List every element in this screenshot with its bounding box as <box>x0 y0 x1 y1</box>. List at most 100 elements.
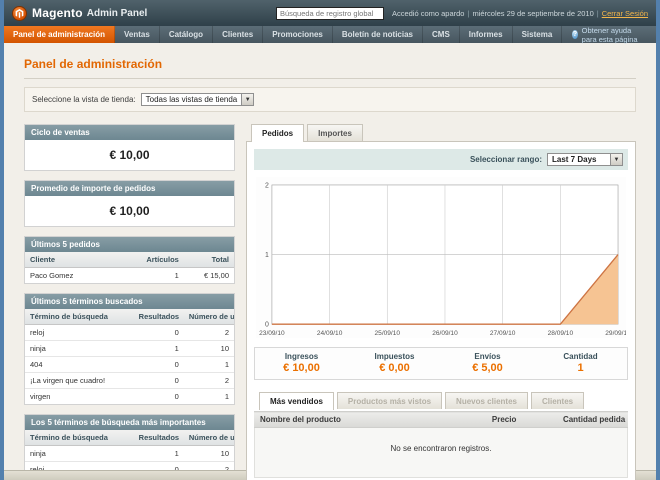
chevron-down-icon: ▼ <box>241 94 254 105</box>
metric-value: € 10,00 <box>283 362 320 375</box>
range-bar: Seleccionar rango: Last 7 Days ▼ <box>254 149 628 170</box>
logged-in-as: Accedió como apardo <box>391 8 465 18</box>
nav-item-cms[interactable]: CMS <box>423 26 460 43</box>
table-cell: 0 <box>133 356 184 373</box>
tab-m-s-vendidos[interactable]: Más vendidos <box>259 392 334 411</box>
tab-clientes: Clientes <box>530 392 585 410</box>
svg-text:27/09/10: 27/09/10 <box>490 330 516 337</box>
nav-item-panel-de-administraci-n[interactable]: Panel de administración <box>4 26 116 43</box>
table-cell: 1 <box>183 388 234 404</box>
column-header-n-mero-de-usos: Número de usos <box>183 309 234 325</box>
table-cell: 0 <box>133 324 184 341</box>
last-orders-table: Cliente Artículos Total Paco Gomez 1 € 15,00 <box>25 252 234 283</box>
widget-title: Promedio de importe de pedidos <box>25 181 234 196</box>
column-header-cantidad-pedida: Cantidad pedida <box>556 411 628 429</box>
totals-bar: Ingresos € 10,00 Impuestos € 0,00 Envíos € 5,… <box>254 347 628 381</box>
last-orders-widget: Últimos 5 pedidos Cliente Artículos Total P… <box>24 236 235 284</box>
nav-item-bolet-n-de-noticias[interactable]: Boletín de noticias <box>333 26 423 43</box>
table-cell: 1 <box>133 267 184 283</box>
column-header-n-mero-de-usos: Número de usos <box>183 430 234 446</box>
average-order-widget: Promedio de importe de pedidos € 10,00 <box>24 180 235 227</box>
diagram-panel: Seleccionar rango: Last 7 Days ▼ 0 1 2 23/0… <box>246 141 636 480</box>
store-switcher: Seleccione la vista de tienda: Todas las… <box>24 87 636 112</box>
table-cell: 0 <box>133 372 184 389</box>
table-cell: 2 <box>183 372 234 389</box>
last-search-terms-widget: Últimos 5 términos buscados Término de b… <box>24 293 235 405</box>
store-view-select[interactable]: Todas las vistas de tienda ▼ <box>140 93 255 106</box>
metric-cantidad: Cantidad 1 <box>534 352 627 374</box>
nav-item-ventas[interactable]: Ventas <box>115 26 160 43</box>
column-header-precio: Precio <box>485 411 557 429</box>
grid-tabs: Más vendidos Productos más vistos Nuevos c… <box>254 392 628 411</box>
widget-title: Los 5 términos de búsqueda más important… <box>25 415 234 430</box>
svg-text:23/09/10: 23/09/10 <box>259 330 285 337</box>
table-cell: 1 <box>133 340 184 357</box>
nav-item-sistema[interactable]: Sistema <box>513 26 563 43</box>
average-order-value: € 10,00 <box>109 204 150 218</box>
tab-nuevos-clientes: Nuevos clientes <box>445 392 528 410</box>
range-select[interactable]: Last 7 Days ▼ <box>547 153 623 166</box>
svg-text:2: 2 <box>265 182 269 189</box>
dashboard-left-column: Ciclo de ventas € 10,00 Promedio de impo… <box>24 124 235 480</box>
logout-link[interactable]: Cerrar Sesión <box>602 9 648 18</box>
help-icon: ? <box>572 30 578 39</box>
table-row[interactable]: 404 0 1 <box>25 356 234 373</box>
dashboard-main-panel: Pedidos Importes Seleccionar rango: Last … <box>246 124 636 480</box>
column-header-resultados: Resultados <box>133 430 184 446</box>
widget-title: Últimos 5 términos buscados <box>25 294 234 309</box>
metric-label: Impuestos <box>374 352 415 362</box>
chevron-down-icon: ▼ <box>610 154 622 165</box>
admin-header: Magento Admin Panel Accedió como apardo|… <box>4 0 656 26</box>
nav-item-clientes[interactable]: Clientes <box>213 26 264 43</box>
column-header-resultados: Resultados <box>133 309 184 325</box>
orders-chart: 0 1 2 23/09/10 24/09/10 25/09/10 26/09/10 27/09… <box>254 177 628 340</box>
svg-text:24/09/10: 24/09/10 <box>317 330 343 337</box>
nav-item-promociones[interactable]: Promociones <box>263 26 333 43</box>
column-header-art-culos: Artículos <box>133 252 184 268</box>
main-nav: Panel de administración Ventas Catálogo Cli… <box>4 25 656 44</box>
tab-pedidos[interactable]: Pedidos <box>251 124 305 142</box>
global-search-input[interactable] <box>275 6 384 20</box>
svg-text:29/09/10: 29/09/10 <box>605 330 626 337</box>
table-row[interactable]: Paco Gomez 1 € 15,00 <box>25 267 234 283</box>
last-search-table: Término de búsquedaResultadosNúmero de u… <box>25 309 234 404</box>
tab-importes[interactable]: Importes <box>307 124 363 141</box>
svg-text:25/09/10: 25/09/10 <box>375 330 401 337</box>
table-cell: 10 <box>183 445 234 462</box>
metric-label: Cantidad <box>563 352 598 362</box>
svg-text:1: 1 <box>265 252 269 259</box>
browser-frame: Magento Admin Panel Accedió como apardo|… <box>0 0 660 480</box>
help-link[interactable]: ? Obtener ayuda para esta página <box>562 25 656 44</box>
table-cell: 1 <box>183 356 234 373</box>
column-header-total: Total <box>183 252 234 268</box>
metric-env-os: Envíos € 5,00 <box>441 352 534 374</box>
diagram-tabs: Pedidos Importes <box>246 124 636 142</box>
lifetime-sales-widget: Ciclo de ventas € 10,00 <box>24 124 235 171</box>
table-row[interactable]: reloj02 <box>25 324 234 341</box>
nav-item-cat-logo[interactable]: Catálogo <box>160 26 214 43</box>
lifetime-sales-value: € 10,00 <box>109 148 150 162</box>
range-label: Seleccionar rango: <box>469 155 542 164</box>
table-row[interactable]: virgen 0 1 <box>25 388 234 404</box>
nav-item-informes[interactable]: Informes <box>460 26 513 43</box>
table-row[interactable]: ¡La virgen que cuadro!02 <box>25 372 234 389</box>
table-cell: 0 <box>133 388 184 404</box>
column-header-cliente: Cliente <box>25 252 134 268</box>
metric-impuestos: Impuestos € 0,00 <box>348 352 441 374</box>
table-row[interactable]: ninja 1 10 <box>25 445 234 462</box>
session-info: Accedió como apardo | miércoles 29 de sept… <box>391 8 648 18</box>
help-label: Obtener ayuda para esta página <box>581 25 638 44</box>
table-cell: virgen <box>25 388 134 404</box>
column-header-nombre-del-producto: Nombre del producto <box>254 411 486 429</box>
svg-text:0: 0 <box>265 322 269 329</box>
metric-label: Envíos <box>474 352 501 362</box>
tab-productos-m-s-vistos: Productos más vistos <box>336 392 443 410</box>
table-cell: reloj <box>25 324 134 341</box>
current-date: miércoles 29 de septiembre de 2010 <box>472 8 594 18</box>
table-cell: 404 <box>25 356 134 373</box>
table-row[interactable]: ninja 1 10 <box>25 340 234 357</box>
column-header-t-rmino-de-b-squeda: Término de búsqueda <box>25 430 134 446</box>
table-cell: ¡La virgen que cuadro! <box>25 372 134 389</box>
table-cell: Paco Gomez <box>25 267 134 283</box>
magento-logo-icon <box>12 5 27 21</box>
